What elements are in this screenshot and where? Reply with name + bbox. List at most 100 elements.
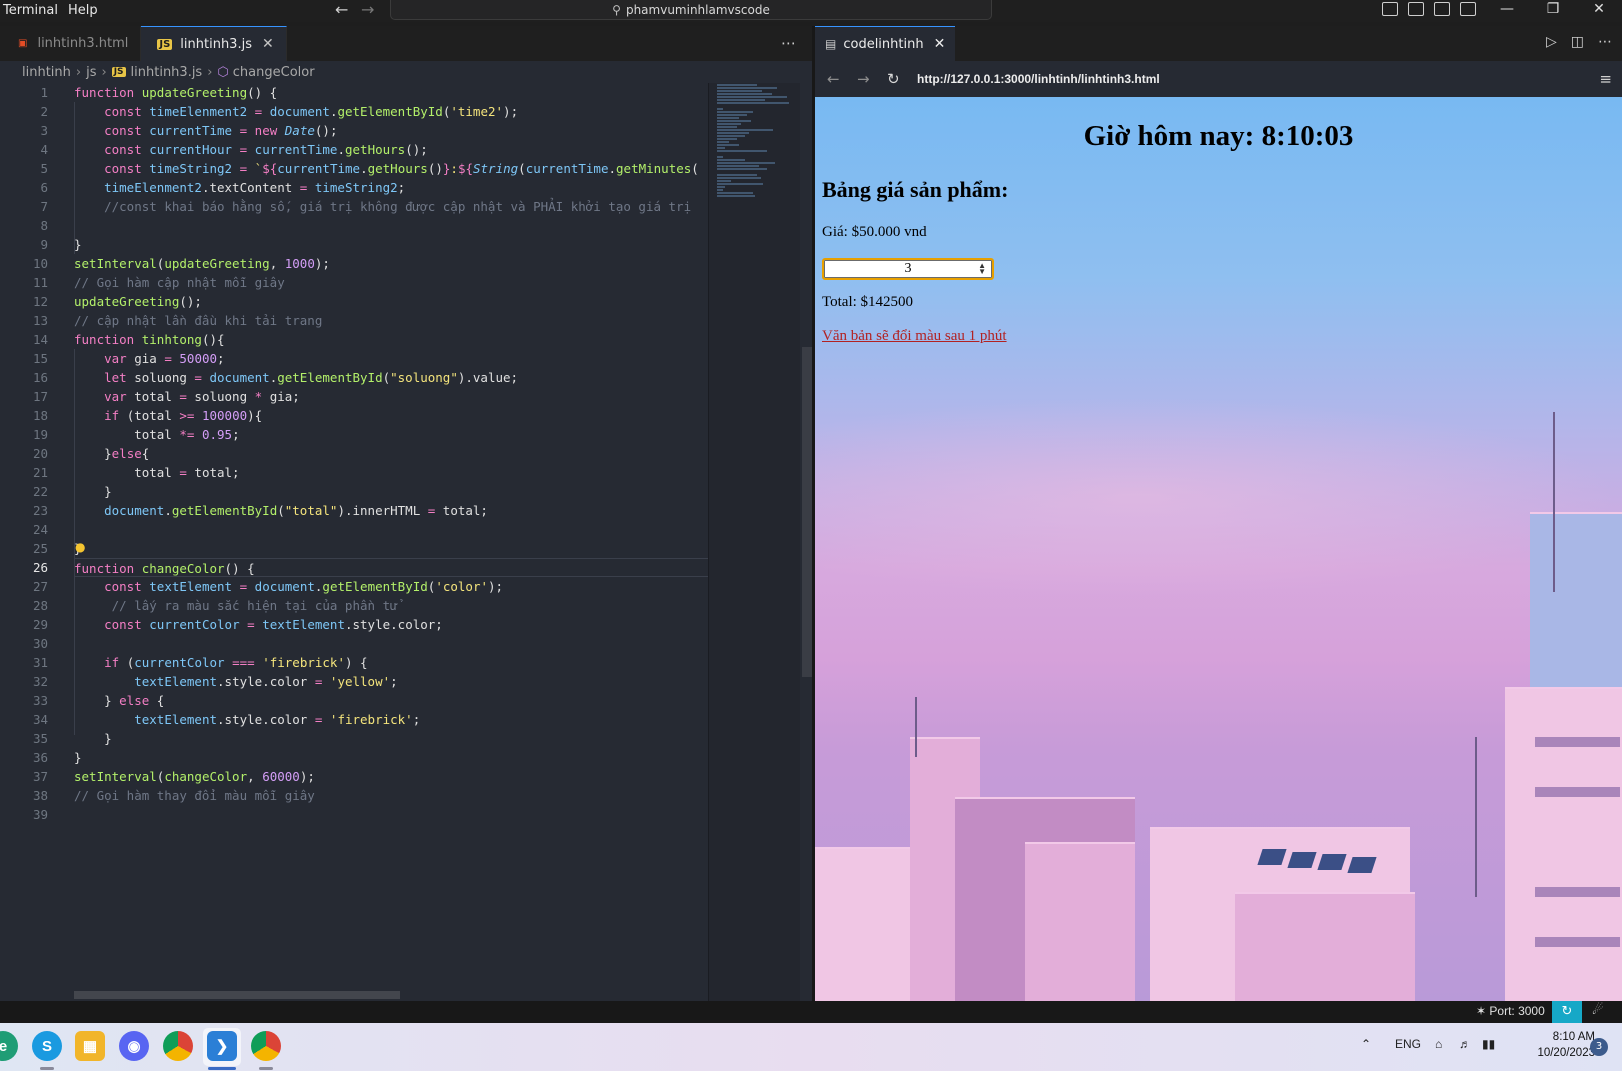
- line-number: 9: [40, 237, 48, 252]
- total-label: Total: $142500: [822, 294, 914, 310]
- code-line: } else {: [74, 693, 165, 708]
- wifi-icon[interactable]: ⌂: [1435, 1037, 1442, 1051]
- more-actions-icon[interactable]: ⋯: [1598, 34, 1612, 50]
- minimap-line: [717, 108, 723, 110]
- skype-icon[interactable]: S: [32, 1031, 62, 1061]
- minimap-line: [717, 177, 761, 179]
- preview-icon: ▤: [825, 37, 837, 51]
- line-number: 23: [32, 503, 48, 518]
- browser-tab-bar: ▤ codelinhtinh ✕ ▷ ◫ ⋯: [815, 26, 1622, 61]
- breadcrumb-folder[interactable]: linhtinh: [22, 65, 71, 80]
- discord-icon[interactable]: ◉: [119, 1031, 149, 1061]
- battery-icon[interactable]: ▮▮: [1482, 1037, 1495, 1051]
- code-line: const textElement = document.getElementB…: [104, 579, 504, 594]
- quantity-stepper[interactable]: 3 ▲ ▼: [822, 258, 994, 280]
- background-building: [1505, 687, 1622, 1001]
- system-clock[interactable]: 8:10 AM 10/20/2023: [1515, 1029, 1595, 1061]
- minimap-line: [717, 150, 767, 152]
- chrome-profile-icon[interactable]: [251, 1031, 281, 1061]
- line-number: 19: [32, 427, 48, 442]
- minimap-line: [717, 87, 777, 89]
- split-editor-icon[interactable]: ◫: [1571, 34, 1584, 50]
- menu-help[interactable]: Help: [65, 1, 105, 21]
- browser-menu-icon[interactable]: ≡: [1599, 70, 1612, 88]
- customize-layout-icon[interactable]: [1460, 2, 1476, 16]
- code-line: timeElenment2.textContent = timeString2;: [104, 180, 406, 195]
- code-content[interactable]: function updateGreeting() { const timeEl…: [74, 83, 710, 824]
- code-line: // cập nhật lần đầu khi tải trang: [74, 313, 323, 328]
- price-table-heading: Bảng giá sản phẩm:: [822, 177, 1009, 202]
- minimap[interactable]: [708, 83, 800, 1001]
- code-line: // lấy ra màu sắc hiện tại của phần tử: [111, 598, 398, 613]
- code-editor[interactable]: 1 2 3 4 5 6 7 8 9 10 11 12 13 14 15 16 17 18 19 20 21 22 23 24 2…: [0, 83, 812, 1001]
- edge-icon[interactable]: e: [0, 1031, 18, 1061]
- minimap-line: [717, 192, 753, 194]
- notifications-bell-icon[interactable]: ☄: [1592, 1003, 1604, 1018]
- close-tab-icon[interactable]: ✕: [262, 36, 274, 52]
- code-line: // Gọi hàm thay đổi màu mỗi giây: [74, 788, 315, 803]
- volume-icon[interactable]: ♬: [1459, 1037, 1471, 1051]
- building-windows: [1535, 787, 1620, 797]
- reload-icon[interactable]: ↻: [887, 70, 905, 88]
- breadcrumb-symbol[interactable]: changeColor: [233, 65, 315, 80]
- minimap-line: [717, 102, 789, 104]
- breadcrumb-file[interactable]: linhtinh3.js: [131, 65, 203, 80]
- sync-icon[interactable]: ↻: [1552, 1001, 1582, 1023]
- minimap-line: [717, 114, 747, 116]
- close-tab-icon[interactable]: ✕: [934, 36, 946, 52]
- language-indicator[interactable]: ENG: [1395, 1037, 1421, 1051]
- close-window-button[interactable]: ✕: [1576, 0, 1622, 18]
- code-line: document.getElementById("total").innerHT…: [104, 503, 488, 518]
- background-haze: [815, 397, 1622, 597]
- lightbulb-icon[interactable]: ●: [75, 540, 85, 554]
- notification-badge[interactable]: 3: [1590, 1038, 1608, 1056]
- chrome-icon[interactable]: [163, 1031, 193, 1061]
- back-arrow-icon[interactable]: ←: [335, 0, 348, 20]
- code-line: }: [74, 731, 112, 746]
- address-bar[interactable]: http://127.0.0.1:3000/linhtinh/linhtinh3…: [917, 72, 1160, 86]
- minimap-line: [717, 147, 725, 149]
- spinner-arrows-icon[interactable]: ▲ ▼: [978, 262, 986, 276]
- toggle-primary-sidebar-icon[interactable]: [1382, 2, 1398, 16]
- vscode-icon[interactable]: ❯: [207, 1031, 237, 1061]
- line-number: 35: [32, 731, 48, 746]
- toggle-secondary-sidebar-icon[interactable]: [1434, 2, 1450, 16]
- chevron-up-icon[interactable]: ⌃: [1361, 1037, 1371, 1051]
- code-line: total *= 0.95;: [74, 427, 240, 442]
- browser-back-icon[interactable]: ←: [827, 70, 845, 88]
- horizontal-scrollbar[interactable]: [74, 991, 400, 999]
- line-number: 12: [32, 294, 48, 309]
- tab-linhtinh3-html[interactable]: ▣ linhtinh3.html: [0, 26, 142, 61]
- browser-forward-icon[interactable]: →: [857, 70, 875, 88]
- layout-controls: [1382, 2, 1476, 16]
- line-number: 24: [32, 522, 48, 537]
- chevron-right-icon: ›: [101, 64, 107, 80]
- forward-arrow-icon[interactable]: →: [361, 0, 374, 20]
- vertical-scrollbar[interactable]: [802, 347, 812, 677]
- running-indicator: [259, 1067, 273, 1070]
- line-number: 26: [32, 560, 48, 575]
- line-number: 32: [32, 674, 48, 689]
- toggle-panel-icon[interactable]: [1408, 2, 1424, 16]
- tab-codelinhtinh[interactable]: ▤ codelinhtinh ✕: [815, 26, 956, 61]
- line-number: 6: [40, 180, 48, 195]
- minimap-line: [717, 117, 739, 119]
- tab-linhtinh3-js[interactable]: JS linhtinh3.js ✕: [141, 26, 287, 61]
- browser-actions: ▷ ◫ ⋯: [1546, 34, 1612, 50]
- line-number: 10: [32, 256, 48, 271]
- menu-terminal[interactable]: Terminal: [0, 1, 65, 21]
- web-page: Giờ hôm nay: 8:10:03 Bảng giá sản phẩm: …: [815, 97, 1622, 1001]
- breadcrumb-subfolder[interactable]: js: [86, 65, 96, 80]
- command-center[interactable]: ⚲ phamvuminhlamvscode: [390, 0, 992, 20]
- minimap-line: [717, 93, 772, 95]
- restore-button[interactable]: ❐: [1530, 0, 1576, 18]
- minimize-button[interactable]: —: [1484, 0, 1530, 18]
- run-icon[interactable]: ▷: [1546, 34, 1557, 50]
- line-number: 38: [32, 788, 48, 803]
- line-number: 18: [32, 408, 48, 423]
- file-explorer-icon[interactable]: ▦: [75, 1031, 105, 1061]
- minimap-line: [717, 195, 755, 197]
- port-status[interactable]: ✶ Port: 3000: [1476, 1004, 1545, 1018]
- status-bar: ✶ Port: 3000 ↻ ☄: [0, 1001, 1622, 1023]
- more-actions-icon[interactable]: ⋯: [781, 34, 796, 52]
